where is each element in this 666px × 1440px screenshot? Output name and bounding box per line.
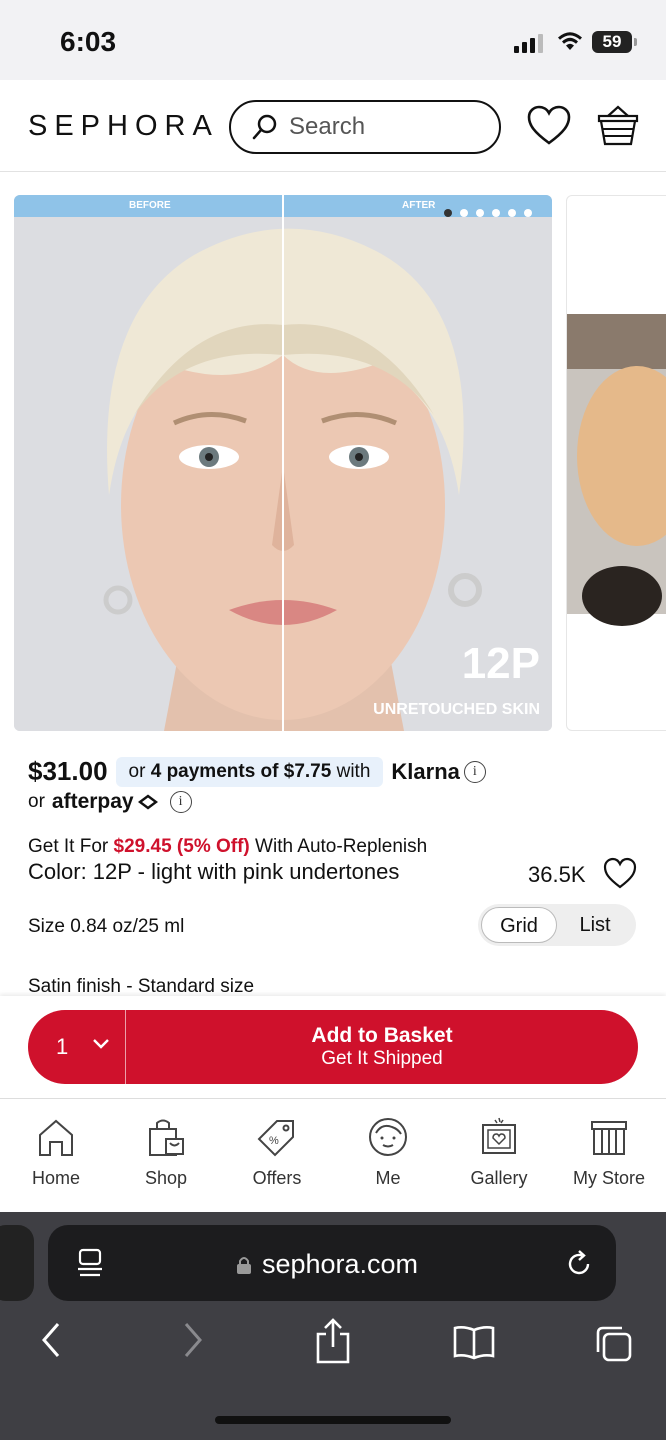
site-header: SEPHORA Search [0,80,666,172]
tab-gallery[interactable]: Gallery [449,1117,549,1189]
afterpay-logo: afterpay [51,790,134,813]
replenish-price: $29.45 (5% Off) [113,836,250,857]
face-icon [369,1118,407,1156]
reload-icon[interactable] [564,1249,594,1279]
tabs-icon[interactable] [594,1324,634,1364]
sephora-logo[interactable]: SEPHORA [28,110,219,143]
pagination-dot[interactable] [460,209,468,217]
pagination-dot[interactable] [492,209,500,217]
home-icon [39,1119,73,1156]
home-indicator[interactable] [215,1416,451,1424]
replenish-prefix: Get It For [28,836,114,857]
safari-toolbar: sephora.com [0,1212,666,1440]
before-after-divider [282,195,284,731]
product-size: Size 0.84 oz/25 ml [28,916,185,937]
list-view-option[interactable]: List [557,907,633,943]
tab-label: My Store [572,1168,646,1188]
auto-replenish-text[interactable]: Get It For $29.45 (5% Off) With Auto-Rep… [28,836,427,858]
selected-color: Color: 12P - light with pink undertones [28,859,400,884]
klarna-info-icon[interactable]: i [463,760,486,783]
back-arrow-icon[interactable] [36,1320,66,1360]
tab-home[interactable]: Home [6,1117,106,1189]
search-input[interactable]: Search [229,100,501,154]
favorites-heart-icon[interactable] [526,104,572,146]
status-bar: 6:03 59 [0,0,666,80]
afterpay-arrows-icon [137,794,158,810]
cellular-signal-icon [514,34,543,53]
pagination-dot[interactable] [524,209,532,217]
previous-tab-peek[interactable] [0,1225,34,1301]
replenish-suffix: With Auto-Replenish [249,836,428,857]
afterpay-info-icon[interactable]: i [169,791,192,813]
product-price: $31.00 [28,756,108,786]
search-placeholder: Search [289,113,366,140]
tab-shop[interactable]: Shop [116,1117,216,1189]
afterpay-prefix: or [28,791,45,812]
tab-me[interactable]: Me [338,1117,438,1189]
add-to-basket-button[interactable]: 1 Add to Basket Get It Shipped [28,1010,638,1084]
battery-icon: 59 [592,31,637,53]
price-row: $31.00 or 4 payments of $7.75 with Klarn… [28,756,486,787]
pagination-dot[interactable] [508,209,516,217]
tab-label: Shop [144,1168,188,1188]
product-finish: Satin finish - Standard size [28,976,255,997]
pagination-dot[interactable] [444,209,452,217]
afterpay-row: or afterpay i [28,790,192,814]
svg-text:%: % [269,1135,279,1147]
share-icon[interactable] [314,1316,352,1364]
bottom-tab-bar: Home Shop % Offers Me Gallery My Store [0,1098,666,1212]
next-product-image-peek[interactable] [566,195,666,731]
wifi-icon [558,32,582,50]
shade-label: 12P [461,639,540,688]
store-icon [591,1121,627,1155]
product-image-carousel[interactable]: BEFORE AFTER 12P UNRETOUCHED SKIN [0,173,666,743]
chevron-down-icon [93,1039,109,1049]
shopping-bag-icon [149,1119,184,1156]
tab-label: Home [31,1168,80,1188]
bookmarks-icon[interactable] [452,1324,496,1360]
klarna-installments[interactable]: or 4 payments of $7.75 with [115,756,384,787]
loves-count: 36.5K [528,862,586,887]
tab-offers[interactable]: % Offers [227,1117,327,1189]
klarna-text-prefix: or [128,760,151,782]
klarna-text-suffix: with [331,760,371,782]
address-bar[interactable]: sephora.com [48,1225,616,1301]
love-product-heart-icon[interactable] [602,856,638,890]
basket-icon[interactable] [596,104,640,148]
tab-label: Offers [252,1168,302,1188]
unretouched-caption: UNRETOUCHED SKIN [373,701,540,718]
after-label: AFTER [402,200,436,211]
add-to-basket-label: Add to Basket [311,1024,453,1047]
pagination-dot[interactable] [476,209,484,217]
carousel-pagination-dots[interactable] [444,209,532,217]
url-text: sephora.com [261,1249,419,1279]
klarna-logo: Klarna [391,758,460,784]
gallery-icon [482,1117,516,1154]
shipping-method-label: Get It Shipped [321,1048,443,1069]
swatch-view-toggle[interactable]: Grid List [478,904,636,946]
grid-view-option[interactable]: Grid [481,907,558,943]
product-image-before-after[interactable]: BEFORE AFTER 12P UNRETOUCHED SKIN [14,195,552,731]
clock: 6:03 [60,26,117,57]
quantity-value: 1 [56,1034,69,1059]
next-slide-image [567,314,666,626]
tab-label: Gallery [470,1168,528,1188]
tab-label: Me [375,1168,401,1188]
before-label: BEFORE [129,200,171,211]
quantity-select[interactable]: 1 [28,1010,126,1084]
search-icon [252,114,277,140]
tag-icon: % [257,1120,294,1157]
forward-arrow-icon[interactable] [178,1320,208,1360]
tab-my-store[interactable]: My Store [559,1117,659,1189]
add-to-basket-bar: 1 Add to Basket Get It Shipped [0,996,666,1098]
klarna-installment-amount: 4 payments of $7.75 [150,760,332,782]
